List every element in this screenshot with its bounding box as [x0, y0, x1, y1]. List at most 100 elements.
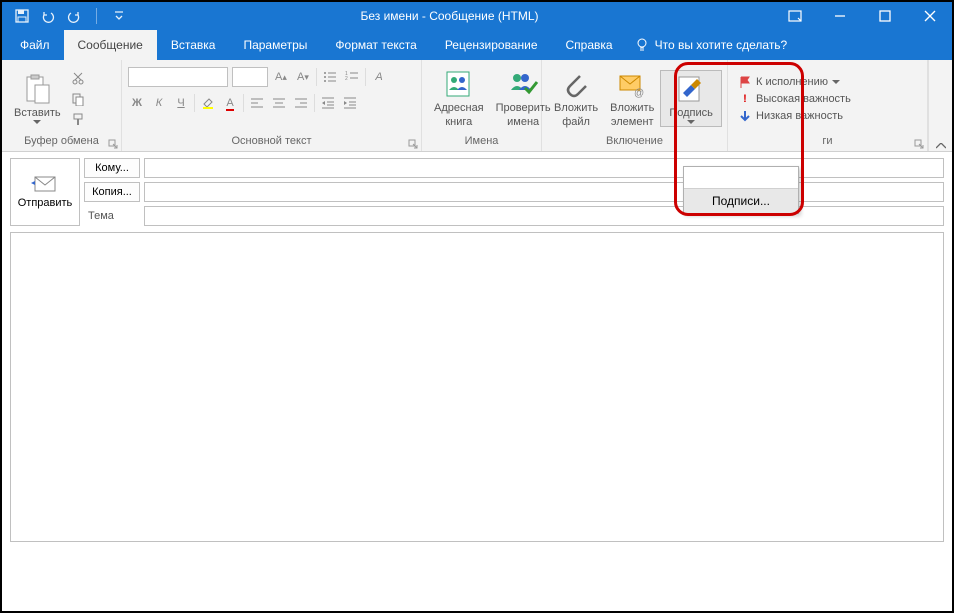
send-label: Отправить: [18, 197, 73, 209]
numbering-button[interactable]: 12: [343, 68, 361, 86]
dialog-launcher-icon[interactable]: [914, 139, 924, 149]
follow-up-button[interactable]: К исполнению: [736, 74, 842, 90]
group-include: Вложить файл @ Вложить элемент Подпись В…: [542, 60, 728, 151]
font-name-select[interactable]: [128, 67, 228, 87]
flag-icon: [738, 75, 752, 89]
align-left-button[interactable]: [248, 94, 266, 112]
paintbrush-icon: [71, 112, 85, 126]
scissors-icon: [71, 72, 85, 86]
dialog-launcher-icon[interactable]: [408, 139, 418, 149]
svg-text:2: 2: [345, 76, 348, 82]
tab-help[interactable]: Справка: [552, 30, 627, 60]
bullets-button[interactable]: [321, 68, 339, 86]
attach-item-button[interactable]: @ Вложить элемент: [604, 66, 660, 130]
arrow-down-icon: [738, 109, 752, 123]
ribbon: Вставить Буфер обмена A▴ A▾: [2, 60, 952, 152]
cut-button[interactable]: [69, 70, 87, 88]
paperclip-icon: [560, 68, 592, 100]
increase-indent-button[interactable]: [341, 94, 359, 112]
tab-review[interactable]: Рецензирование: [431, 30, 552, 60]
send-icon: [31, 175, 59, 193]
signature-button[interactable]: Подпись: [660, 70, 722, 127]
attach-file-button[interactable]: Вложить файл: [548, 66, 604, 130]
chevron-up-icon: [936, 143, 946, 149]
highlight-button[interactable]: [199, 94, 217, 112]
tab-message[interactable]: Сообщение: [64, 30, 157, 60]
close-button[interactable]: [907, 2, 952, 30]
align-center-icon: [272, 96, 286, 110]
check-names-icon: [507, 68, 539, 100]
outlook-compose-window: Без имени - Сообщение (HTML) Файл Сообще…: [0, 0, 954, 613]
clear-formatting-button[interactable]: A: [370, 68, 388, 86]
outdent-icon: [321, 96, 335, 110]
attach-item-label: Вложить элемент: [610, 102, 654, 128]
paste-icon: [21, 73, 53, 105]
redo-icon[interactable]: [66, 8, 82, 24]
cc-button[interactable]: Копия...: [84, 182, 140, 202]
high-importance-button[interactable]: ! Высокая важность: [736, 92, 853, 106]
shrink-font-button[interactable]: A▾: [294, 68, 312, 86]
quick-access-toolbar: [2, 8, 127, 24]
chevron-down-icon: [33, 120, 41, 124]
format-painter-button[interactable]: [69, 110, 87, 128]
tab-options[interactable]: Параметры: [229, 30, 321, 60]
copy-button[interactable]: [69, 90, 87, 108]
message-body[interactable]: [10, 232, 944, 542]
signature-list-empty: [684, 167, 798, 189]
underline-button[interactable]: Ч: [172, 94, 190, 112]
tags-group-label: ги: [728, 135, 927, 151]
dialog-launcher-icon[interactable]: [108, 139, 118, 149]
undo-icon[interactable]: [40, 8, 56, 24]
low-importance-button[interactable]: Низкая важность: [736, 108, 845, 124]
indent-icon: [343, 96, 357, 110]
tab-format[interactable]: Формат текста: [321, 30, 430, 60]
tab-file[interactable]: Файл: [6, 30, 64, 60]
font-size-select[interactable]: [232, 67, 268, 87]
lightbulb-icon: [635, 38, 649, 52]
compose-header: Отправить Кому... Копия... Тема: [2, 152, 952, 232]
highlight-icon: [201, 96, 215, 110]
tab-insert[interactable]: Вставка: [157, 30, 230, 60]
save-icon[interactable]: [14, 8, 30, 24]
copy-icon: [71, 92, 85, 106]
align-right-button[interactable]: [292, 94, 310, 112]
bold-button[interactable]: Ж: [128, 94, 146, 112]
window-title: Без имени - Сообщение (HTML): [127, 9, 772, 23]
send-button[interactable]: Отправить: [10, 158, 80, 226]
attach-item-icon: @: [616, 68, 648, 100]
ribbon-display-button[interactable]: [772, 2, 817, 30]
font-color-button[interactable]: A: [221, 94, 239, 112]
exclamation-icon: !: [738, 93, 752, 105]
minimize-button[interactable]: [817, 2, 862, 30]
svg-text:@: @: [634, 88, 644, 99]
ribbon-tabs: Файл Сообщение Вставка Параметры Формат …: [2, 30, 952, 60]
cc-input[interactable]: [144, 182, 944, 202]
signatures-menu-item[interactable]: Подписи...: [684, 189, 798, 213]
address-book-icon: [443, 68, 475, 100]
window-controls: [772, 2, 952, 30]
tell-me-search[interactable]: Что вы хотите сделать?: [635, 30, 788, 60]
to-button[interactable]: Кому...: [84, 158, 140, 178]
grow-font-button[interactable]: A▴: [272, 68, 290, 86]
align-left-icon: [250, 96, 264, 110]
paste-label: Вставить: [14, 107, 61, 120]
group-basictext: A▴ A▾ 12 A Ж К Ч A: [122, 60, 422, 151]
address-book-button[interactable]: Адресная книга: [428, 66, 490, 130]
signatures-menu-item-label: Подписи...: [712, 194, 770, 208]
italic-button[interactable]: К: [150, 94, 168, 112]
qat-expand-icon[interactable]: [111, 8, 127, 24]
group-tags: К исполнению ! Высокая важность Низкая в…: [728, 60, 928, 151]
ribbon-collapse-button[interactable]: [928, 60, 952, 151]
subject-input[interactable]: [144, 206, 944, 226]
paste-button[interactable]: Вставить: [8, 71, 67, 126]
maximize-button[interactable]: [862, 2, 907, 30]
signature-label: Подпись: [669, 107, 713, 120]
tell-me-label: Что вы хотите сделать?: [655, 38, 788, 52]
chevron-down-icon: [687, 120, 695, 124]
group-clipboard: Вставить Буфер обмена: [2, 60, 122, 151]
decrease-indent-button[interactable]: [319, 94, 337, 112]
to-input[interactable]: [144, 158, 944, 178]
include-group-label: Включение: [542, 135, 727, 151]
high-importance-label: Высокая важность: [756, 93, 851, 105]
align-center-button[interactable]: [270, 94, 288, 112]
